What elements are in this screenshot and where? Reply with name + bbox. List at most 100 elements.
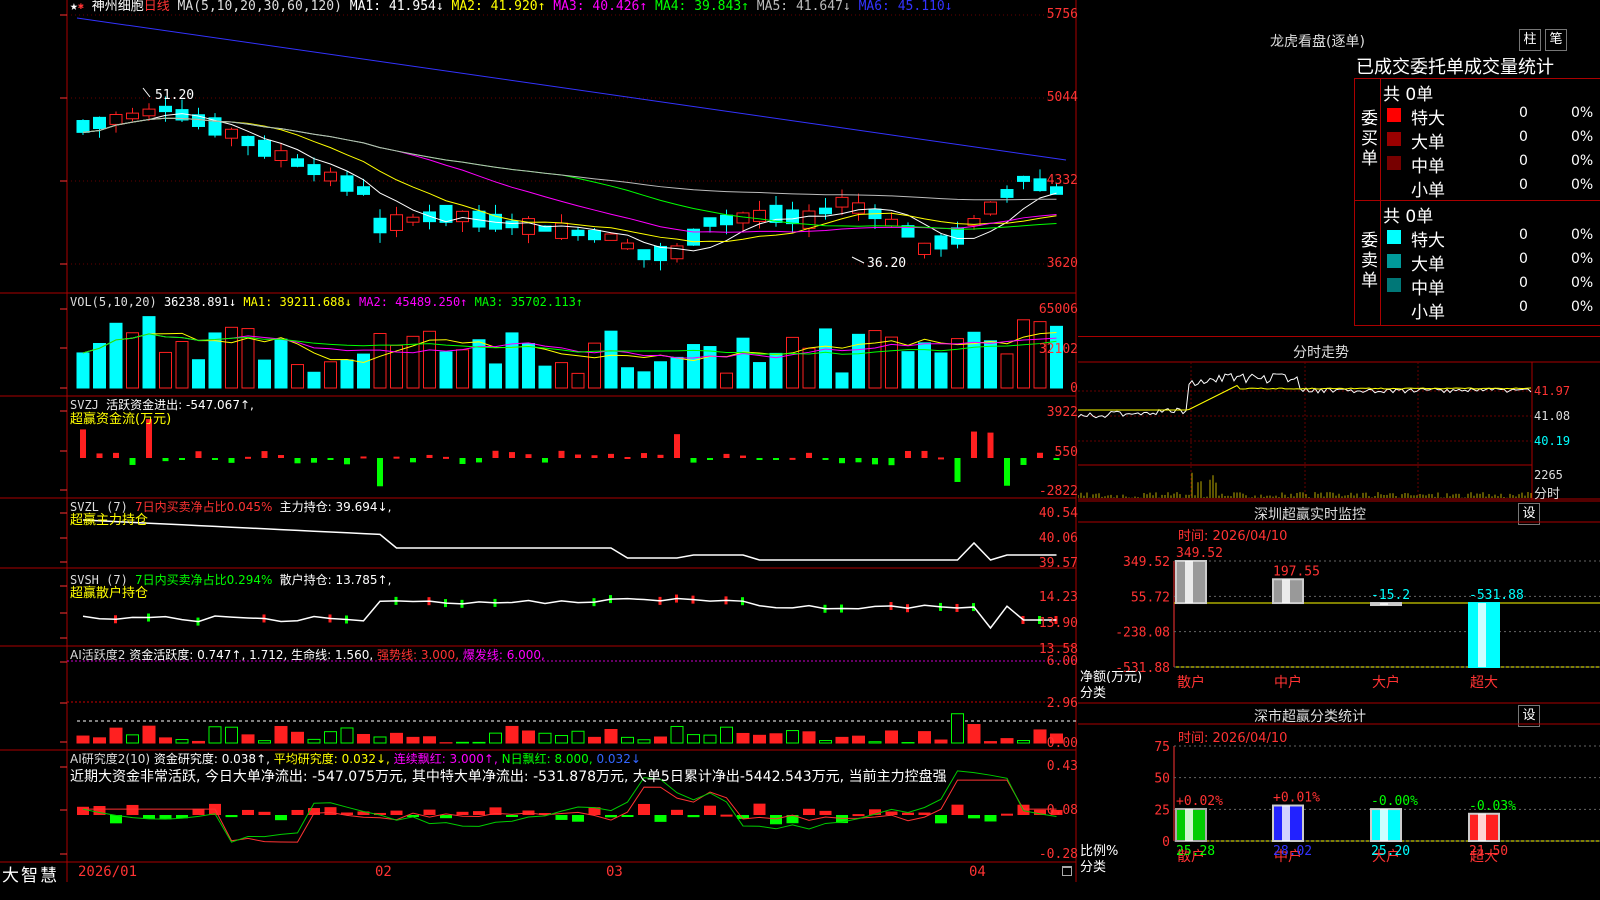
ma-key: MA4:	[647, 0, 695, 14]
ma-value: 45489.250↑	[395, 295, 468, 309]
bar-mode-button[interactable]: 柱	[1519, 29, 1541, 51]
row-pct: 0%	[1571, 299, 1594, 315]
flow-bar	[987, 432, 994, 458]
value-label: 28.02	[1273, 844, 1312, 859]
y-tick: 4332	[1046, 173, 1078, 188]
svzj-header: SVZJ 活跃资金进出: -547.067↑,	[70, 398, 254, 412]
candle	[439, 204, 453, 223]
value-label: -15.2	[1371, 588, 1410, 603]
activity-bar	[786, 730, 799, 744]
activity-bar	[423, 736, 436, 744]
activity-bar	[258, 740, 271, 744]
ai-active-text2: 生命线: 1.560,	[291, 648, 374, 662]
vol-bar	[934, 352, 948, 389]
research-bar	[456, 811, 469, 815]
bar-highlight	[1185, 808, 1193, 841]
ma-value: 41.954↓	[388, 0, 444, 14]
value-label: +0.02%	[1176, 794, 1223, 809]
row-name: 中单	[1411, 279, 1445, 299]
ai-active-text3: 强势线: 3.000,	[376, 648, 460, 662]
candle	[918, 242, 931, 255]
activity-bar	[753, 734, 766, 744]
ai-active-text4: 爆发线: 6.000,	[462, 648, 545, 662]
candle	[588, 229, 601, 241]
candle	[984, 201, 997, 215]
star-icon[interactable]: ★	[70, 0, 78, 14]
y-tick: -238.08	[1115, 626, 1170, 641]
activity-bar	[571, 730, 585, 744]
flow-bar	[938, 457, 944, 460]
flow-bar	[591, 455, 598, 458]
activity-bar	[340, 727, 354, 744]
vol-bar	[175, 341, 189, 389]
kline-chart-area[interactable]: ★✱ 神州细胞日线 MA(5,10,20,30,60,120) MA1: 41.…	[0, 0, 1078, 882]
svsh-sub: 超赢散户持仓	[70, 586, 149, 601]
candle	[109, 113, 123, 125]
high-price-label: 51.20	[155, 88, 195, 103]
row-count: 0	[1519, 227, 1528, 243]
row-pct: 0%	[1571, 275, 1594, 291]
bar-highlight	[1380, 603, 1388, 606]
y-tick: 41.97	[1534, 384, 1571, 398]
activity-bar	[703, 734, 717, 744]
frame-line	[1078, 336, 1600, 337]
holding-line	[82, 597, 1057, 630]
vol-bar	[373, 332, 387, 389]
ma-value: 40.426↑	[592, 0, 648, 14]
ma-key: MA2:	[443, 0, 491, 14]
candle	[126, 112, 139, 120]
activity-bar	[126, 734, 139, 744]
research-bar	[720, 814, 733, 817]
ma-value: 41.647↓	[795, 0, 851, 14]
candle	[142, 108, 156, 117]
flow-bar	[278, 455, 284, 458]
y-tick: 0.08	[1046, 803, 1078, 818]
buy-total: 共 0单	[1383, 85, 1434, 105]
vol-bar	[522, 343, 535, 389]
y-tick: 0	[1162, 835, 1170, 850]
intraday-panel[interactable]: 分时走势 41.97 41.08 40.19 2265 分时	[1078, 338, 1600, 502]
value-label: 21.50	[1469, 844, 1508, 859]
candle	[241, 135, 255, 147]
vol-bar	[901, 351, 915, 389]
lock-icon[interactable]	[1062, 866, 1072, 876]
category-label: 大户	[1372, 674, 1400, 691]
activity-bar	[406, 736, 420, 744]
period-label[interactable]: 日线	[144, 0, 170, 14]
candle	[571, 229, 585, 237]
vol-bar	[835, 372, 849, 389]
row-count: 0	[1519, 129, 1528, 145]
y-tick: 25	[1154, 803, 1170, 818]
row-name: 小单	[1411, 181, 1445, 201]
research-bar	[951, 804, 964, 815]
flow-bar	[393, 456, 400, 459]
sell-label: 委卖单	[1361, 231, 1378, 291]
flow-bar	[476, 458, 482, 463]
flow-bar	[96, 453, 103, 458]
vol-bar	[786, 336, 799, 389]
vol-bar	[819, 328, 832, 389]
flow-bar	[360, 456, 367, 459]
value-label: 197.55	[1273, 564, 1320, 579]
vol-bar	[654, 361, 667, 389]
vol-header: VOL(5,10,20) 36238.891↓ MA1: 39211.688↓ …	[70, 295, 583, 309]
candle	[76, 120, 90, 133]
vol-bar	[703, 346, 717, 389]
research-bar	[258, 811, 271, 815]
y-tick: 50	[1154, 772, 1170, 787]
vol-bar	[604, 330, 618, 389]
row-count: 0	[1519, 299, 1528, 315]
row-pct: 0%	[1571, 251, 1594, 267]
y-tick: 40.19	[1534, 434, 1571, 448]
ma-key: MA3:	[467, 295, 511, 309]
activity-bar	[852, 735, 865, 744]
candle	[340, 175, 354, 192]
flow-bar	[377, 458, 383, 487]
x-axis-title: 分类	[1080, 686, 1107, 701]
category-label: 超大	[1470, 675, 1498, 691]
flow-bar	[1004, 458, 1010, 486]
tick-mode-button[interactable]: 笔	[1545, 29, 1567, 51]
flow-bar	[789, 457, 796, 460]
svzl-ratio: 7日内买卖净占比0.045%	[135, 500, 273, 514]
research-bar	[968, 815, 980, 819]
